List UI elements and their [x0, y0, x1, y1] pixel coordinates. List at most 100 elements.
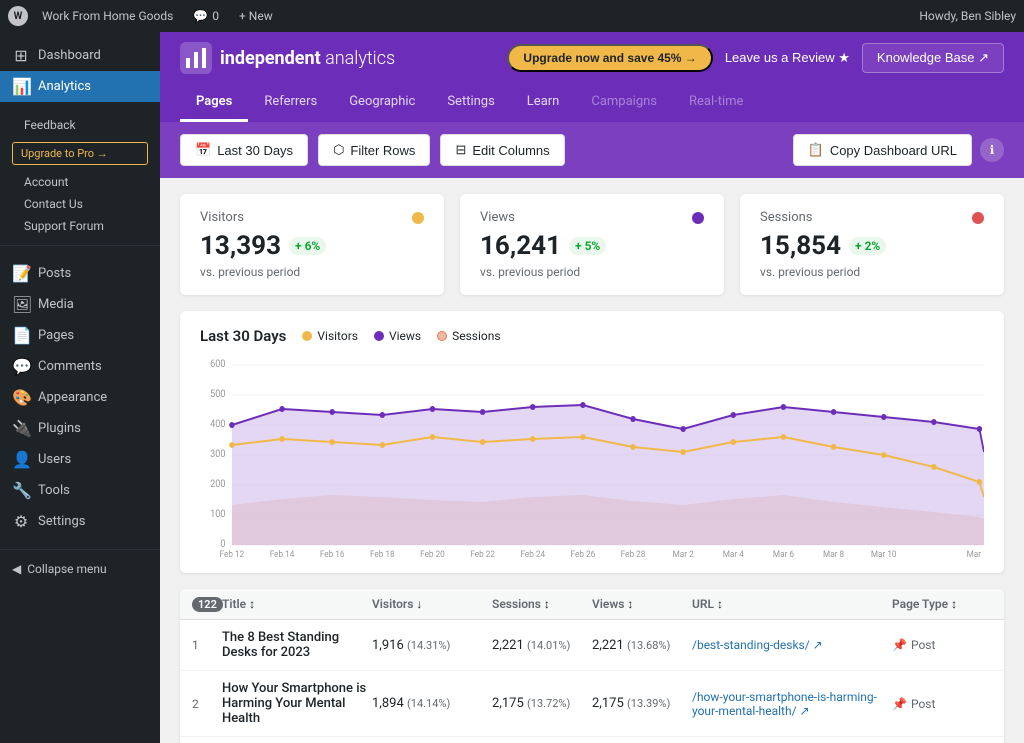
legend-sessions[interactable]: Sessions — [437, 329, 500, 343]
table-count-badge: 122 — [192, 597, 223, 612]
sort-title-icon: ↕ — [249, 597, 255, 611]
row-url-2[interactable]: /how-your-smartphone-is-harming-your-men… — [692, 690, 892, 718]
stat-sessions-header: Sessions — [760, 210, 984, 225]
row-views-pct-1: (13.68%) — [627, 639, 670, 652]
svg-text:Feb 12: Feb 12 — [220, 550, 245, 557]
leave-review-label: Leave us a Review ★ — [725, 50, 850, 66]
svg-text:Mar 12: Mar 12 — [967, 550, 984, 557]
legend-visitors[interactable]: Visitors — [302, 329, 358, 343]
tab-pages[interactable]: Pages — [180, 84, 248, 122]
svg-text:Feb 16: Feb 16 — [320, 550, 345, 557]
leave-review-btn[interactable]: Leave us a Review ★ — [725, 50, 850, 66]
posts-icon: 📝 — [12, 264, 30, 283]
col-visitors[interactable]: Visitors ↓ — [372, 597, 492, 611]
row-num-2: 2 — [192, 697, 222, 711]
info-icon[interactable]: ℹ — [980, 138, 1004, 162]
sidebar-item-users[interactable]: 👤 Users — [0, 444, 160, 475]
admin-bar-site[interactable]: Work From Home Goods — [36, 9, 179, 23]
wp-logo-icon[interactable]: W — [8, 6, 28, 26]
sidebar-item-media[interactable]: 🖼 Media — [0, 289, 160, 320]
collapse-menu-btn[interactable]: ◀ Collapse menu — [0, 554, 160, 584]
analytics-icon: 📊 — [12, 77, 30, 96]
col-title[interactable]: Title ↕ — [222, 597, 372, 611]
sidebar-sub-feedback[interactable]: Feedback — [0, 114, 160, 136]
row-visitors-val-2: 1,894 — [372, 696, 404, 711]
tab-realtime: Real-time — [673, 84, 759, 122]
main-content: independent analytics Upgrade now and sa… — [160, 32, 1024, 743]
svg-text:400: 400 — [210, 419, 225, 430]
table-header: 122 Title ↕ Visitors ↓ Sessions ↕ — [180, 589, 1004, 620]
stat-visitors-dot — [412, 212, 424, 224]
toolbar-left: 📅 Last 30 Days ⬡ Filter Rows ⊟ Edit Colu… — [180, 134, 565, 166]
app-layout: ⊞ Dashboard 📊 Analytics Feedback Upgrade… — [0, 32, 1024, 743]
svg-text:Feb 18: Feb 18 — [370, 550, 395, 557]
edit-columns-btn[interactable]: ⊟ Edit Columns — [440, 134, 564, 166]
sidebar-item-posts[interactable]: 📝 Posts — [0, 258, 160, 289]
tab-settings[interactable]: Settings — [431, 84, 510, 122]
col-url[interactable]: URL ↕ — [692, 597, 892, 611]
col-sessions[interactable]: Sessions ↕ — [492, 597, 592, 611]
comments-icon: 💬 — [12, 357, 30, 376]
sidebar-item-settings[interactable]: ⚙ Settings — [0, 506, 160, 537]
admin-bar-comments[interactable]: 💬 0 — [187, 9, 225, 23]
sidebar-sub-contact[interactable]: Contact Us — [0, 193, 160, 215]
toolbar: 📅 Last 30 Days ⬡ Filter Rows ⊟ Edit Colu… — [160, 122, 1024, 178]
filter-icon: ⬡ — [333, 142, 344, 158]
sidebar-appearance-label: Appearance — [38, 390, 107, 405]
knowledge-base-btn[interactable]: Knowledge Base ↗ — [862, 43, 1004, 73]
chart-area: 600 500 400 300 200 100 0 — [200, 357, 984, 557]
sidebar-item-pages[interactable]: 📄 Pages — [0, 320, 160, 351]
col-pagetype-label: Page Type — [892, 597, 948, 611]
row-url-1[interactable]: /best-standing-desks/ ↗ — [692, 638, 892, 652]
sidebar-item-tools[interactable]: 🔧 Tools — [0, 475, 160, 506]
row-visitors-val-1: 1,916 — [372, 638, 404, 653]
svg-text:Feb 14: Feb 14 — [270, 550, 295, 557]
stat-views-label: Views — [480, 210, 515, 225]
row-pagetype-text-1: Post — [911, 638, 935, 652]
sidebar-item-analytics[interactable]: 📊 Analytics — [0, 71, 160, 102]
legend-views[interactable]: Views — [374, 329, 421, 343]
row-title-2: How Your Smartphone is Harming Your Ment… — [222, 681, 372, 726]
tab-referrers[interactable]: Referrers — [248, 84, 333, 122]
upgrade-banner-btn[interactable]: Upgrade now and save 45% → — [507, 44, 712, 72]
sidebar-item-comments[interactable]: 💬 Comments — [0, 351, 160, 382]
sidebar-divider-2 — [0, 549, 160, 550]
sidebar-item-plugins[interactable]: 🔌 Plugins — [0, 413, 160, 444]
calendar-icon: 📅 — [195, 142, 211, 158]
svg-text:Feb 24: Feb 24 — [520, 550, 545, 557]
collapse-icon: ◀ — [12, 562, 21, 576]
stat-card-visitors: Visitors 13,393 + 6% vs. previous period — [180, 194, 444, 295]
col-views[interactable]: Views ↕ — [592, 597, 692, 611]
sidebar-item-dashboard[interactable]: ⊞ Dashboard — [0, 40, 160, 71]
stat-views-dot — [692, 212, 704, 224]
admin-bar-site-name: Work From Home Goods — [42, 9, 173, 23]
sidebar-sub-support[interactable]: Support Forum — [0, 215, 160, 237]
filter-rows-btn[interactable]: ⬡ Filter Rows — [318, 134, 430, 166]
content-area: Visitors 13,393 + 6% vs. previous period… — [160, 178, 1024, 743]
legend-views-dot — [374, 331, 384, 341]
legend-sessions-label: Sessions — [452, 329, 500, 343]
sidebar-plugins-label: Plugins — [38, 421, 81, 436]
row-title-text-2: How Your Smartphone is Harming Your Ment… — [222, 681, 366, 726]
copy-url-btn[interactable]: 📋 Copy Dashboard URL — [793, 134, 972, 166]
sidebar-upgrade-btn[interactable]: Upgrade to Pro → — [12, 142, 148, 165]
row-sessions-val-2: 2,175 — [492, 696, 524, 711]
stat-views-header: Views — [480, 210, 704, 225]
sidebar-sub-account[interactable]: Account — [0, 171, 160, 193]
stat-card-views: Views 16,241 + 5% vs. previous period — [460, 194, 724, 295]
tab-geographic[interactable]: Geographic — [333, 84, 431, 122]
copy-url-label: Copy Dashboard URL — [830, 143, 957, 158]
sidebar-analytics-section: Feedback Upgrade to Pro → Account Contac… — [0, 110, 160, 241]
last-days-btn[interactable]: 📅 Last 30 Days — [180, 134, 308, 166]
admin-bar-new[interactable]: + New — [233, 9, 279, 23]
row-sessions-val-1: 2,221 — [492, 638, 524, 653]
tab-learn[interactable]: Learn — [511, 84, 576, 122]
edit-columns-label: Edit Columns — [472, 143, 549, 158]
svg-text:Mar 2: Mar 2 — [673, 550, 694, 557]
row-sessions-2: 2,175 (13.72%) — [492, 696, 592, 711]
users-icon: 👤 — [12, 450, 30, 469]
col-pagetype[interactable]: Page Type ↕ — [892, 597, 992, 611]
upgrade-label: Upgrade to Pro → — [21, 147, 108, 160]
sidebar-item-appearance[interactable]: 🎨 Appearance — [0, 382, 160, 413]
row-views-1: 2,221 (13.68%) — [592, 638, 692, 653]
